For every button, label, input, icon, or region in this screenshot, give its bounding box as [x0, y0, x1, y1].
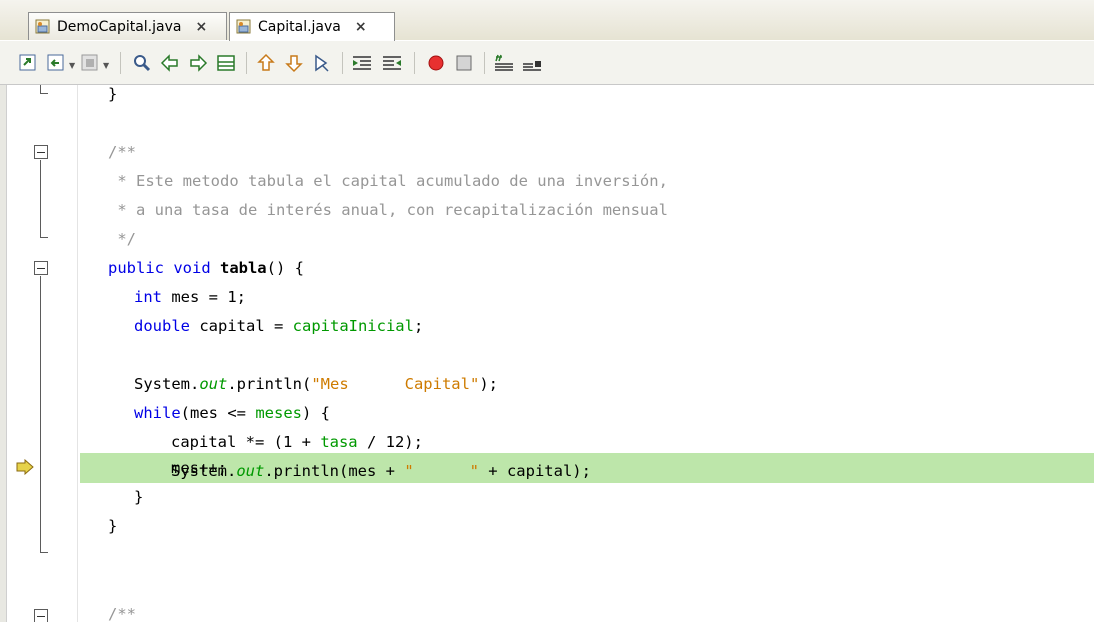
fold-end-marker: [40, 93, 48, 94]
toolbar-separator: [414, 52, 415, 74]
forward-dropdown-icon[interactable]: ▼: [103, 61, 109, 70]
comment-token: * a una tasa de interés anual, con recap…: [108, 201, 668, 219]
keyword-token: int: [134, 288, 162, 306]
fold-comment-icon[interactable]: [34, 609, 48, 622]
code-token: ;: [413, 317, 424, 335]
code-token: (mes <=: [180, 404, 256, 422]
code-token: () {: [266, 259, 304, 277]
keyword-token: while: [134, 404, 181, 422]
code-token: ) {: [302, 404, 330, 422]
static-field-token: out: [236, 462, 265, 480]
code-line: * a una tasa de interés anual, con recap…: [108, 196, 668, 225]
code-token: / 12);: [357, 433, 423, 451]
code-token: );: [479, 375, 498, 393]
code-line: * Este metodo tabula el capital acumulad…: [108, 167, 668, 196]
tab-democapital[interactable]: DemoCapital.java ×: [28, 12, 227, 40]
program-counter-arrow-icon: [16, 459, 34, 475]
code-line: }: [108, 80, 117, 109]
close-tab-icon[interactable]: ×: [355, 19, 367, 35]
code-token: mes = 1;: [162, 288, 246, 306]
code-line: */: [108, 225, 136, 254]
code-editor[interactable]: } /** * Este metodo tabula el capital ac…: [0, 85, 1094, 622]
toolbar-separator: [342, 52, 343, 74]
code-line: double capital = capitaInicial;: [134, 312, 423, 341]
tab-label: Capital.java: [258, 19, 341, 35]
toolbar-separator: [484, 52, 485, 74]
static-field-token: out: [199, 375, 228, 393]
code-token: }: [134, 488, 144, 506]
tab-label: DemoCapital.java: [57, 18, 182, 35]
comment-token: /**: [108, 605, 136, 622]
code-token: capital *= (1 +: [171, 433, 321, 451]
code-line: public void tabla() {: [108, 254, 304, 283]
code-line: }: [108, 512, 117, 541]
method-name-token: tabla: [219, 259, 267, 277]
code-token: }: [108, 85, 118, 103]
shift-right-icon[interactable]: [380, 51, 404, 75]
start-macro-icon[interactable]: [424, 51, 448, 75]
fold-method-icon[interactable]: [34, 261, 48, 275]
comment-token: /**: [108, 143, 136, 161]
uncomment-icon[interactable]: [520, 51, 544, 75]
field-token: tasa: [320, 433, 358, 451]
fold-comment-icon[interactable]: [34, 145, 48, 159]
back-dropdown-icon[interactable]: ▼: [69, 61, 75, 70]
code-line: while(mes <= meses) {: [134, 399, 330, 428]
code-token: }: [108, 517, 118, 535]
code-token: mes++;: [171, 459, 227, 477]
last-edit-icon[interactable]: [16, 51, 40, 75]
next-bookmark-icon[interactable]: [282, 51, 306, 75]
code-token: capital =: [190, 317, 293, 335]
tab-capital[interactable]: Capital.java ×: [229, 12, 395, 41]
fold-gutter: [8, 85, 78, 622]
string-token: " ": [404, 462, 479, 480]
keyword-token: public void: [108, 259, 220, 277]
code-token: .println(: [227, 375, 312, 393]
previous-bookmark-icon[interactable]: [254, 51, 278, 75]
find-next-icon[interactable]: [186, 51, 210, 75]
find-previous-icon[interactable]: [158, 51, 182, 75]
toggle-highlight-icon[interactable]: [214, 51, 238, 75]
code-line: /**: [108, 600, 136, 622]
java-class-icon: [236, 19, 252, 35]
stop-macro-icon[interactable]: [452, 51, 476, 75]
toolbar-separator: [120, 52, 121, 74]
toolbar-separator: [246, 52, 247, 74]
toggle-bookmark-icon[interactable]: [310, 51, 334, 75]
fold-guide: [40, 276, 41, 552]
find-selection-icon[interactable]: [130, 51, 154, 75]
comment-token: * Este metodo tabula el capital acumulad…: [108, 172, 668, 190]
code-line: System.out.println("Mes Capital");: [134, 370, 498, 399]
comment-icon[interactable]: [492, 51, 516, 75]
code-line: }: [134, 483, 143, 512]
code-token: System.: [134, 375, 200, 393]
fold-end-marker: [40, 237, 48, 238]
back-icon[interactable]: [44, 51, 68, 75]
shift-left-icon[interactable]: [350, 51, 374, 75]
forward-icon[interactable]: [78, 51, 102, 75]
editor-tab-bar: DemoCapital.java × Capital.java ×: [0, 0, 1094, 41]
java-class-icon: [35, 19, 51, 35]
keyword-token: double: [134, 317, 190, 335]
fold-guide: [40, 160, 41, 237]
code-line-current: mes++;: [171, 453, 227, 482]
glyph-margin: [0, 85, 7, 622]
string-token: "Mes Capital": [311, 375, 480, 393]
code-line: /**: [108, 138, 136, 167]
comment-token: */: [108, 230, 136, 248]
close-tab-icon[interactable]: ×: [195, 19, 207, 35]
fold-guide: [40, 85, 41, 93]
field-token: capitaInicial: [292, 317, 414, 335]
field-token: meses: [255, 404, 302, 422]
fold-end-marker: [40, 552, 48, 553]
editor-toolbar: ▼ ▼: [0, 41, 1094, 85]
code-line: System.out.println(mes + " " + capital);: [171, 457, 591, 486]
code-token: + capital);: [478, 462, 591, 480]
code-token: .println(mes +: [264, 462, 405, 480]
code-line: int mes = 1;: [134, 283, 246, 312]
